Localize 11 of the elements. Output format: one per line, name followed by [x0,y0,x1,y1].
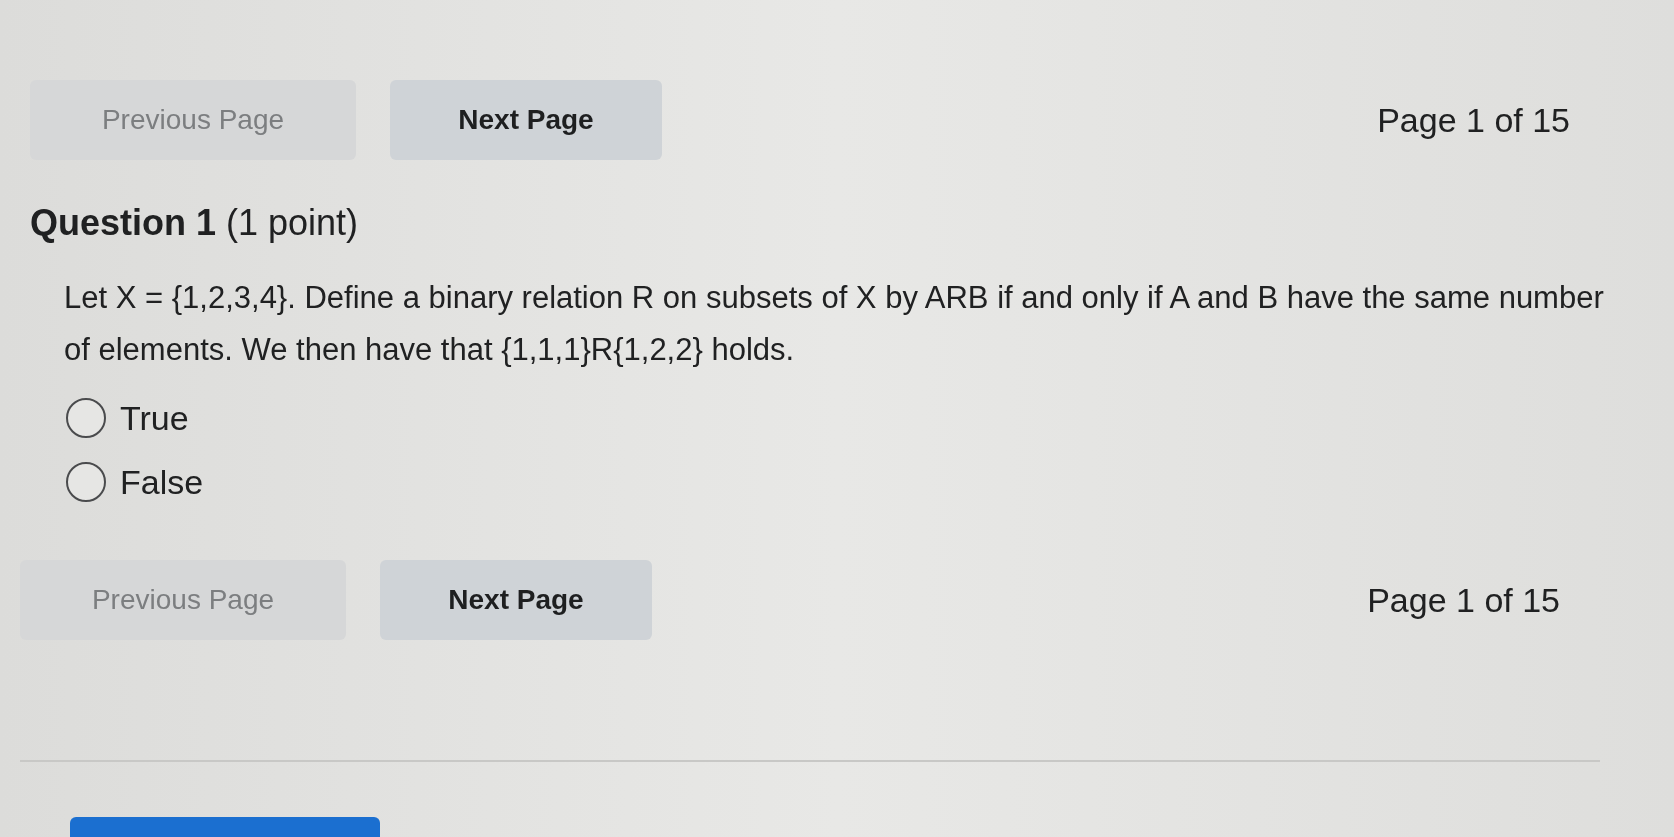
next-page-button[interactable]: Next Page [390,80,662,160]
option-label[interactable]: False [120,462,204,502]
radio-button[interactable] [66,462,106,502]
page-indicator: Page 1 of 15 [1377,100,1570,140]
page-indicator: Page 1 of 15 [1367,580,1560,620]
option-label[interactable]: True [120,398,189,438]
question-text: Let X = {1,2,3,4}. Define a binary relation R on subsets of X by ARB if and only if A and B have the same number of elements. We then have that {1,1,1}R{1,2,2} holds. [64,279,1605,369]
radio-button[interactable] [66,398,106,438]
question-points: (1 point) [226,202,359,243]
next-page-button[interactable]: Next Page [380,560,652,640]
question-title: Question 1 [30,202,217,243]
